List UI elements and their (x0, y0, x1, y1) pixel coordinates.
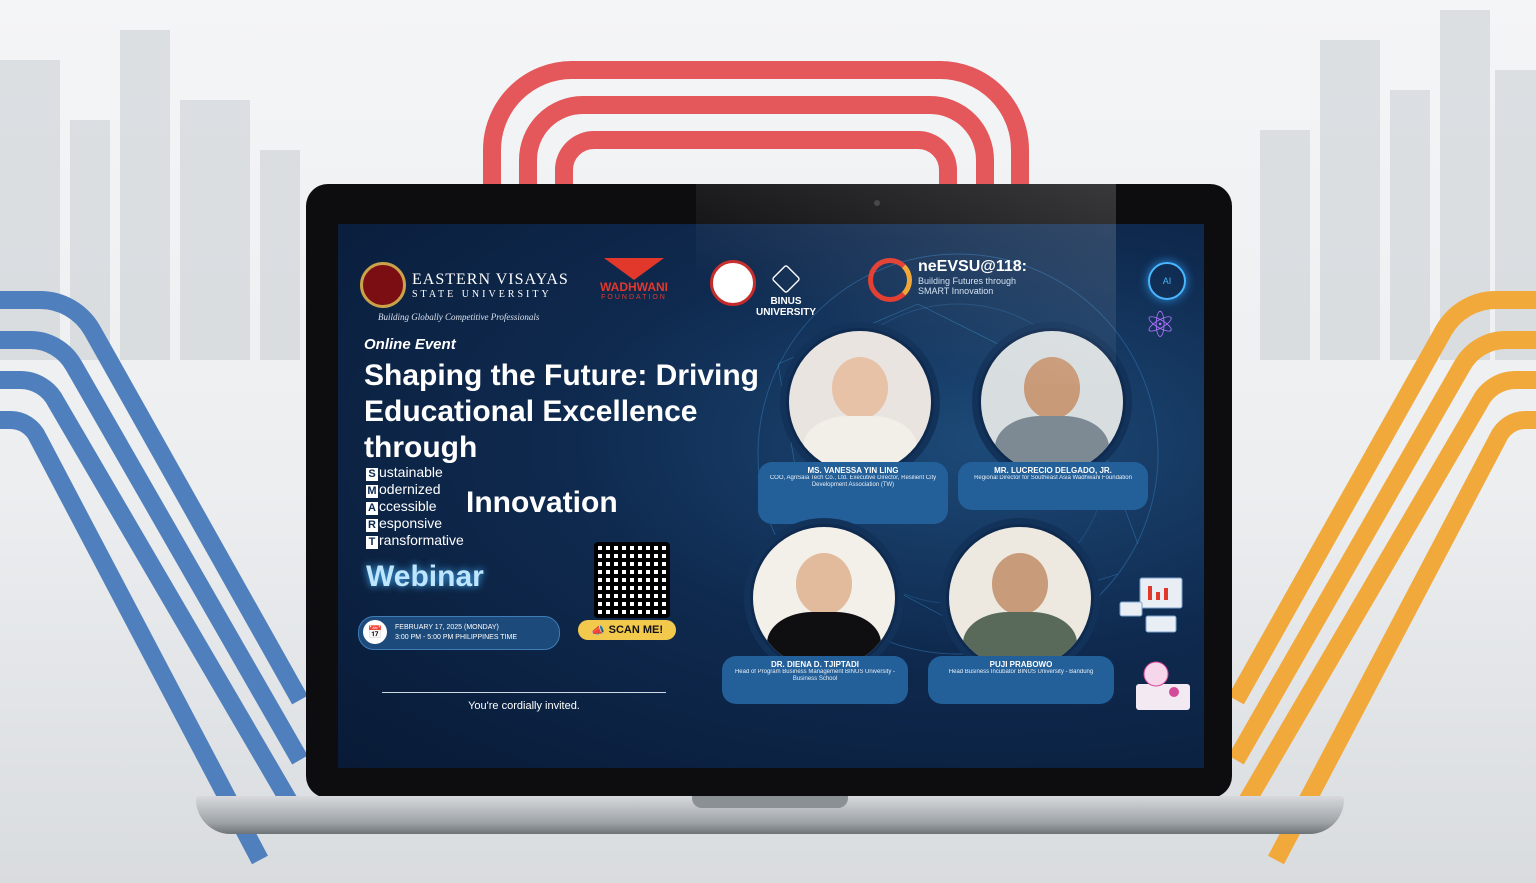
date-time-pill: 📅 FEBRUARY 17, 2025 (MONDAY) 3:00 PM - 5… (358, 616, 560, 650)
invitation-text: You're cordially invited. (468, 700, 580, 712)
megaphone-icon: 📣 (590, 624, 605, 637)
ai-label: AI (1162, 276, 1172, 286)
speaker-photo-vanessa (786, 328, 934, 476)
evsu-subtitle: STATE UNIVERSITY (412, 288, 552, 300)
evsu-tagline: Building Globally Competitive Profession… (378, 312, 540, 322)
smart-word: ccessible (379, 498, 437, 514)
event-brand-icon (868, 258, 912, 302)
atom-icon: ⚛ (1144, 304, 1177, 345)
qr-code[interactable] (594, 542, 670, 618)
smart-word: esponsive (379, 515, 443, 531)
binus-logo: BINUS UNIVERSITY (746, 264, 826, 318)
scan-me-label: SCAN ME! (608, 624, 664, 636)
smart-line: Modernized (366, 481, 464, 498)
calendar-icon: 📅 (363, 620, 387, 644)
speaker-name: DR. DIENA D. TJIPTADI (770, 660, 859, 669)
evsu-seal-icon (360, 262, 406, 308)
speaker-card-vanessa: MS. VANESSA YIN LING COO, AgriSaia Tech … (758, 462, 948, 524)
event-time: 3:00 PM - 5:00 PM PHILIPPINES TIME (395, 634, 518, 641)
speaker-name: MS. VANESSA YIN LING (807, 466, 899, 475)
speaker-photo-diena (750, 524, 898, 672)
webinar-poster-screen: EASTERN VISAYAS STATE UNIVERSITY Buildin… (338, 224, 1204, 768)
webinar-heading: Webinar (366, 560, 484, 593)
smart-letter: A (366, 502, 378, 515)
smart-word: odernized (379, 481, 441, 497)
event-title: Shaping the Future: Driving Educational … (364, 359, 759, 464)
speaker-role: Regional Director for Southeast Asia Wad… (974, 475, 1132, 481)
event-brand-title: neEVSU@118: (918, 258, 1027, 275)
speaker-role: Head Business Incubator BINUS University… (948, 669, 1094, 675)
laptop-notch (692, 796, 848, 808)
wadhwani-subtitle: FOUNDATION (601, 294, 667, 301)
event-brand-subtitle: Building Futures through SMART Innovatio… (918, 276, 1017, 296)
speaker-role: COO, AgriSaia Tech Co., Ltd. Executive D… (769, 475, 937, 488)
innovation-heading: Innovation (466, 486, 618, 519)
devices-icon (1119, 577, 1183, 633)
ai-icon: AI (1148, 262, 1186, 300)
wadhwani-name: WADHWANI (600, 280, 668, 294)
speaker-photo-puji (946, 524, 1094, 672)
event-brand-logo: neEVSU@118: Building Futures through SMA… (868, 258, 1048, 302)
speaker-role: Head of Program Business Management BINU… (734, 669, 896, 682)
speaker-card-puji: PUJI PRABOWO Head Business Incubator BIN… (928, 656, 1114, 704)
smart-letter: M (366, 485, 378, 498)
wadhwani-wing-icon (604, 258, 664, 280)
smart-letter: T (366, 536, 378, 549)
smart-acronym: Sustainable Modernized Accessible Respon… (366, 464, 464, 549)
speaker-photo-lucrecio (978, 328, 1126, 476)
divider (382, 692, 666, 693)
smart-letter: S (366, 468, 378, 481)
smart-line: Responsive (366, 515, 464, 532)
webcam-icon (874, 200, 880, 206)
speaker-name: PUJI PRABOWO (989, 660, 1053, 669)
speaker-card-diena: DR. DIENA D. TJIPTADI Head of Program Bu… (722, 656, 908, 704)
speaker-card-lucrecio: MR. LUCRECIO DELGADO, JR. Regional Direc… (958, 462, 1148, 510)
binus-name: BINUS UNIVERSITY (755, 296, 816, 318)
smart-letter: R (366, 519, 378, 532)
evsu-logo: EASTERN VISAYAS STATE UNIVERSITY (360, 262, 569, 308)
binus-mark-icon (771, 264, 801, 294)
speaker-name: MR. LUCRECIO DELGADO, JR. (994, 466, 1112, 475)
smart-word: ustainable (379, 464, 443, 480)
smart-word: ransformative (379, 532, 464, 548)
scan-me-badge[interactable]: 📣 SCAN ME! (578, 620, 676, 640)
laptop: EASTERN VISAYAS STATE UNIVERSITY Buildin… (196, 184, 1344, 844)
smart-line: Transformative (366, 532, 464, 549)
event-date: FEBRUARY 17, 2025 (MONDAY) (395, 624, 499, 631)
event-type: Online Event (364, 336, 456, 353)
smart-line: Accessible (366, 498, 464, 515)
smart-line: Sustainable (366, 464, 464, 481)
evsu-name: EASTERN VISAYAS (412, 270, 569, 288)
wadhwani-logo: WADHWANI FOUNDATION (586, 258, 682, 301)
team-illustration-icon (1136, 661, 1190, 710)
